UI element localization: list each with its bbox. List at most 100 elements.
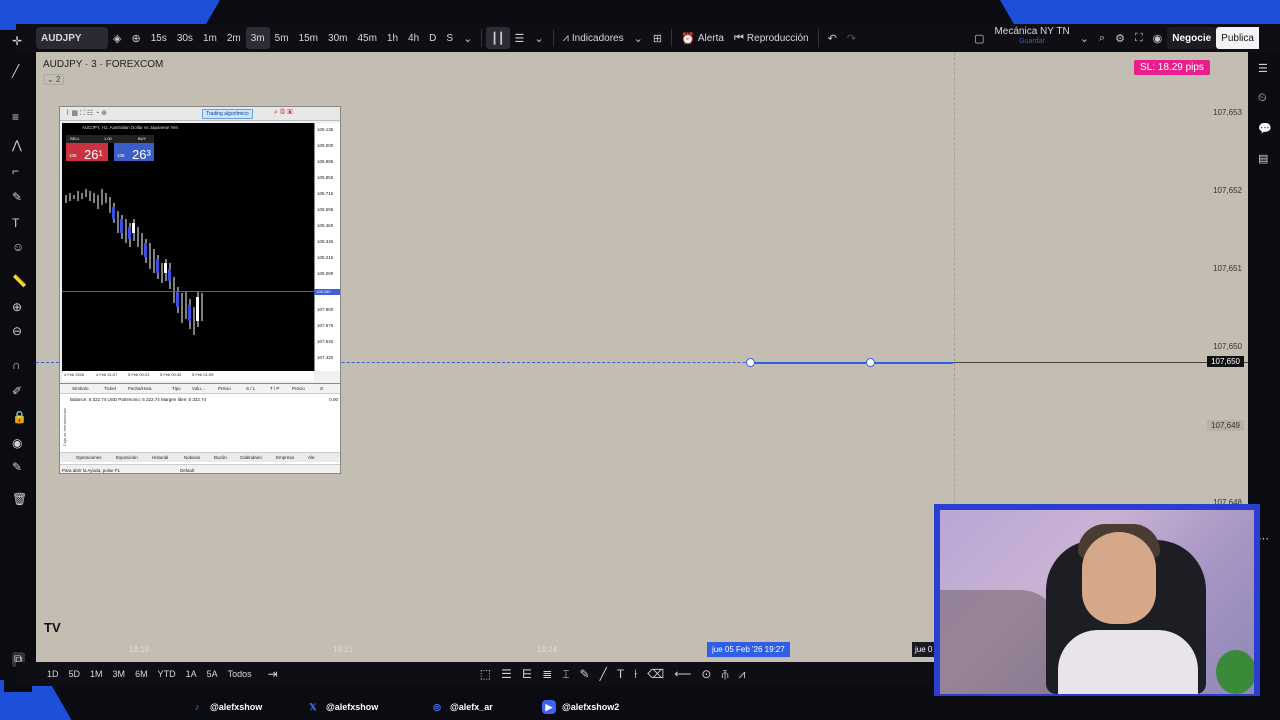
mt-tab[interactable]: Exposición [116, 455, 138, 460]
vertical-line-icon[interactable]: ⍿ [629, 667, 642, 682]
mt-tab[interactable]: Operaciones [76, 455, 102, 460]
drawn-horizontal-ray[interactable] [751, 362, 953, 364]
tf-D[interactable]: D [424, 27, 441, 49]
ideas-icon[interactable]: ▤ [1258, 152, 1268, 165]
tf-S[interactable]: S [441, 27, 458, 49]
mt-col-header[interactable]: Ticket [104, 386, 116, 391]
fullscreen-icon[interactable]: ⛶ [1130, 27, 1148, 49]
undo-icon[interactable]: ↶ [823, 27, 842, 49]
mt-tab[interactable]: Historial [152, 455, 168, 460]
pencil-icon[interactable]: ✎ [12, 460, 22, 474]
tf-1m[interactable]: 1m [198, 27, 222, 49]
chat-icon[interactable]: 💬 [1258, 122, 1272, 135]
mt-tab[interactable]: Empresa [276, 455, 294, 460]
crosshair-icon[interactable]: ✛ [12, 34, 22, 48]
zoom-out-icon[interactable]: ⊖ [12, 324, 22, 338]
tf-30s[interactable]: 30s [172, 27, 198, 49]
parallel-channel-icon[interactable]: ⋿ [517, 667, 537, 681]
mt-tab[interactable]: Calendario [240, 455, 262, 460]
layout-name-button[interactable]: Mecánica NY TN Guardar [989, 27, 1074, 49]
tf-3m[interactable]: 3m [245, 27, 270, 49]
chevron-down-icon[interactable]: ⌄ [458, 27, 477, 49]
tf-15m[interactable]: 15m [294, 27, 323, 49]
magnet-icon[interactable]: ∩ [12, 358, 21, 372]
layout-square-icon[interactable]: ▢ [969, 27, 989, 49]
alerts-clock-icon[interactable]: ⏲ [1258, 92, 1267, 105]
text-tool-icon[interactable]: T [612, 667, 629, 681]
pen-icon[interactable]: ✎ [575, 667, 595, 681]
mt-tab[interactable]: Ale [308, 455, 315, 460]
range-1A[interactable]: 1A [181, 669, 202, 679]
chevron-down-icon[interactable]: ⌄ [629, 27, 648, 49]
chart-type-icon[interactable]: ☰ [510, 27, 530, 49]
mt-tab[interactable]: Noticias [184, 455, 200, 460]
publish-button[interactable]: Publica [1216, 27, 1259, 49]
mt-col-header[interactable]: Símbolo [72, 386, 89, 391]
compare-symbol-icon[interactable]: ◈ [108, 27, 126, 49]
eye-icon[interactable]: ◉ [12, 436, 22, 450]
tf-2m[interactable]: 2m [222, 27, 246, 49]
text-icon[interactable]: T [12, 216, 19, 230]
chevron-down-icon[interactable]: ⌄ [1075, 27, 1094, 49]
time-axis[interactable]: 19:18 19:21 19:24 jue 05 Feb '26 19:27 j… [36, 642, 936, 658]
tf-30m[interactable]: 30m [323, 27, 352, 49]
tf-4h[interactable]: 4h [403, 27, 424, 49]
mt-col-header[interactable]: Precio [218, 386, 231, 391]
replay-button[interactable]: ⏮ Reproducción [729, 27, 814, 49]
mt-toolbar-icons[interactable]: ⌇ ▦ ⛶ ☷ ◔ ⊕ [66, 109, 107, 118]
alert-button[interactable]: ⏰ Alerta [676, 27, 729, 49]
mt-tab[interactable]: Buzón [214, 455, 227, 460]
candles-icon[interactable]: ┃┃ [486, 27, 510, 49]
measure-icon[interactable]: ⌶ [557, 667, 574, 682]
trash-icon[interactable]: 🗑 [12, 492, 27, 506]
brush-icon[interactable]: ✎ [12, 190, 22, 204]
camera-icon[interactable]: ◉ [1148, 27, 1168, 49]
tf-15s[interactable]: 15s [146, 27, 172, 49]
emoji-icon[interactable]: ☺ [12, 240, 24, 254]
mt-col-header[interactable]: S [320, 386, 323, 391]
layouts-grid-icon[interactable]: ⊞ [648, 27, 667, 49]
range-5A[interactable]: 5A [202, 669, 223, 679]
metatrader-window[interactable]: ⌇ ▦ ⛶ ☷ ◔ ⊕ Trading algorítmico ⌕ ◍ ▣ AU… [59, 106, 341, 474]
chevron-down-icon[interactable]: ⌄ [529, 27, 548, 49]
mt-col-header[interactable]: Precio [292, 386, 305, 391]
range-3M[interactable]: 3M [108, 669, 131, 679]
pitchfork-icon[interactable]: ⫚ [716, 667, 733, 682]
watchlist-icon[interactable]: ☰ [1258, 62, 1268, 75]
range-YTD[interactable]: YTD [153, 669, 181, 679]
mt-col-header[interactable]: T / P [270, 386, 279, 391]
algo-trading-button[interactable]: Trading algorítmico [202, 109, 253, 119]
add-symbol-icon[interactable]: ⊕ [126, 27, 145, 49]
trendline-icon[interactable]: ╱ [12, 64, 19, 78]
mt-toolbar-right-icons[interactable]: ⌕ ◍ ▣ [274, 109, 293, 117]
horizontal-ray-icon[interactable]: ⟵ [669, 667, 696, 681]
mt-col-header[interactable]: S / L [246, 386, 255, 391]
tf-45m[interactable]: 45m [352, 27, 381, 49]
quick-search-icon[interactable]: ⌕ [1094, 27, 1110, 49]
mt-col-header[interactable]: Volu… [192, 386, 205, 391]
mt-chart[interactable]: AUDJPY, H1: Australian Dollar vs Japanes… [62, 123, 314, 371]
tf-1h[interactable]: 1h [382, 27, 403, 49]
ruler-icon[interactable]: 📏 [12, 274, 27, 288]
forecast-icon[interactable]: ⌐ [12, 164, 19, 178]
eraser-icon[interactable]: ⌫ [642, 667, 669, 681]
path-icon[interactable]: ⩘ [734, 667, 751, 682]
range-6M[interactable]: 6M [130, 669, 153, 679]
zoom-in-icon[interactable]: ⊕ [12, 300, 22, 314]
circle-target-icon[interactable]: ⊙ [696, 667, 716, 681]
date-range-icon[interactable]: ⇥ [263, 667, 283, 681]
range-5D[interactable]: 5D [64, 669, 86, 679]
trend-line-icon[interactable]: ╱ [595, 667, 612, 681]
lock-drawing-icon[interactable]: ✐ [12, 384, 22, 398]
mt-col-header[interactable]: Tipo [172, 386, 181, 391]
lock-icon[interactable]: 🔒 [12, 410, 27, 424]
trade-button[interactable]: Negocie [1167, 27, 1217, 49]
symbol-search-button[interactable]: AUDJPY [36, 27, 108, 49]
tf-5m[interactable]: 5m [270, 27, 294, 49]
indicators-collapse-button[interactable]: ⌄ 2 [43, 74, 65, 85]
fib-icon[interactable]: ≡ [12, 110, 19, 124]
range-all[interactable]: Todos [223, 669, 257, 679]
fib-levels-icon[interactable]: ≣ [537, 667, 557, 681]
hlines-icon[interactable]: ☰ [496, 667, 517, 681]
range-1M[interactable]: 1M [85, 669, 108, 679]
